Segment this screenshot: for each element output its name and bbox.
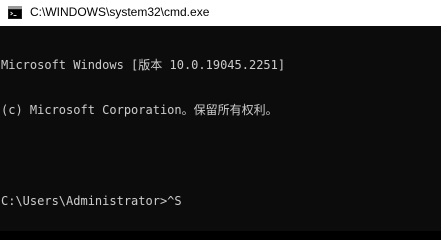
command-prompt: C:\Users\Administrator> [1,194,168,208]
console-output[interactable]: Microsoft Windows [版本 10.0.19045.2251] (… [0,26,441,231]
console-line-copyright: (c) Microsoft Corporation。保留所有权利。 [1,103,278,117]
console-line-version: Microsoft Windows [版本 10.0.19045.2251] [1,58,286,72]
command-input[interactable]: ^S [167,194,181,208]
window-title: C:\WINDOWS\system32\cmd.exe [30,5,210,19]
cmd-console-icon [8,6,22,19]
cmd-window: C:\WINDOWS\system32\cmd.exe Microsoft Wi… [0,0,441,231]
command-line[interactable]: C:\Users\Administrator>^S [1,194,441,209]
title-bar[interactable]: C:\WINDOWS\system32\cmd.exe [0,0,441,26]
